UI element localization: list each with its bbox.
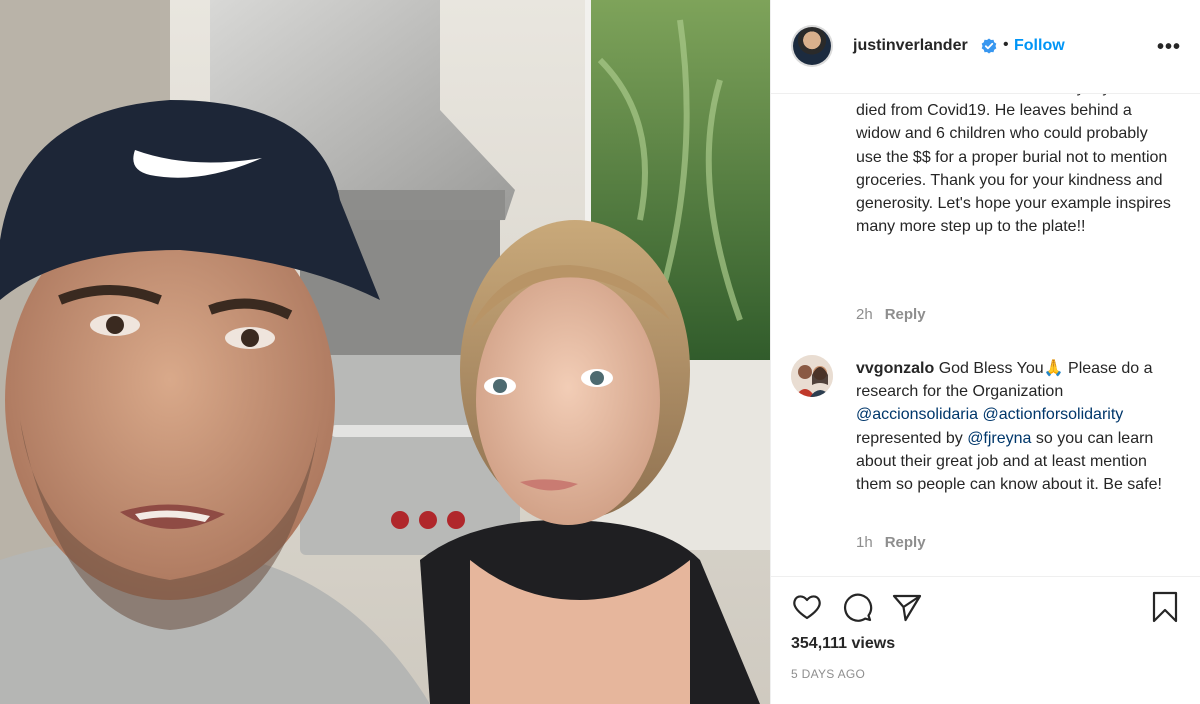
- comments-list[interactable]: who was on the front lines everyday and …: [771, 94, 1200, 576]
- author-avatar[interactable]: [791, 25, 833, 67]
- reply-button[interactable]: Reply: [885, 306, 926, 323]
- instagram-post: justinverlander • Follow ••• who was on …: [0, 0, 1200, 704]
- comment-text: who was on the front lines everyday and …: [856, 94, 1171, 236]
- verified-badge-icon: [981, 38, 997, 54]
- comment-icon[interactable]: [841, 591, 873, 623]
- author-username[interactable]: justinverlander: [853, 37, 968, 55]
- mention-link[interactable]: @actionforsolidarity: [983, 406, 1124, 423]
- header-separator: •: [1003, 36, 1009, 53]
- comment-age: 2h: [856, 306, 873, 323]
- comment-meta: 2h Reply: [856, 306, 926, 323]
- post-actions: 354,111 views 5 DAYS AGO: [771, 576, 1200, 704]
- follow-button[interactable]: Follow: [1014, 37, 1065, 55]
- post-timestamp[interactable]: 5 DAYS AGO: [791, 667, 865, 681]
- commenter-username[interactable]: vvgonzalo: [856, 360, 934, 377]
- post-side-panel: justinverlander • Follow ••• who was on …: [770, 0, 1200, 704]
- bookmark-icon[interactable]: [1149, 591, 1181, 623]
- video-frame: [0, 0, 770, 704]
- mention-link[interactable]: @accionsolidaria: [856, 406, 978, 423]
- mention-link[interactable]: @fjreyna: [967, 430, 1031, 447]
- view-count[interactable]: 354,111 views: [791, 635, 895, 653]
- post-header: justinverlander • Follow •••: [771, 0, 1200, 94]
- comment-age: 1h: [856, 534, 873, 551]
- more-options-icon[interactable]: •••: [1157, 36, 1181, 59]
- comment-text: vvgonzalo God Bless You🙏 Please do a res…: [856, 357, 1176, 496]
- comment-text-part: represented by: [856, 429, 963, 447]
- heart-icon[interactable]: [791, 591, 823, 623]
- comment-meta: 1h Reply: [856, 534, 926, 551]
- reply-button[interactable]: Reply: [885, 534, 926, 551]
- avatar-photo: [791, 355, 833, 397]
- commenter-avatar[interactable]: [791, 355, 833, 397]
- share-icon[interactable]: [891, 591, 923, 623]
- post-video[interactable]: [0, 0, 770, 704]
